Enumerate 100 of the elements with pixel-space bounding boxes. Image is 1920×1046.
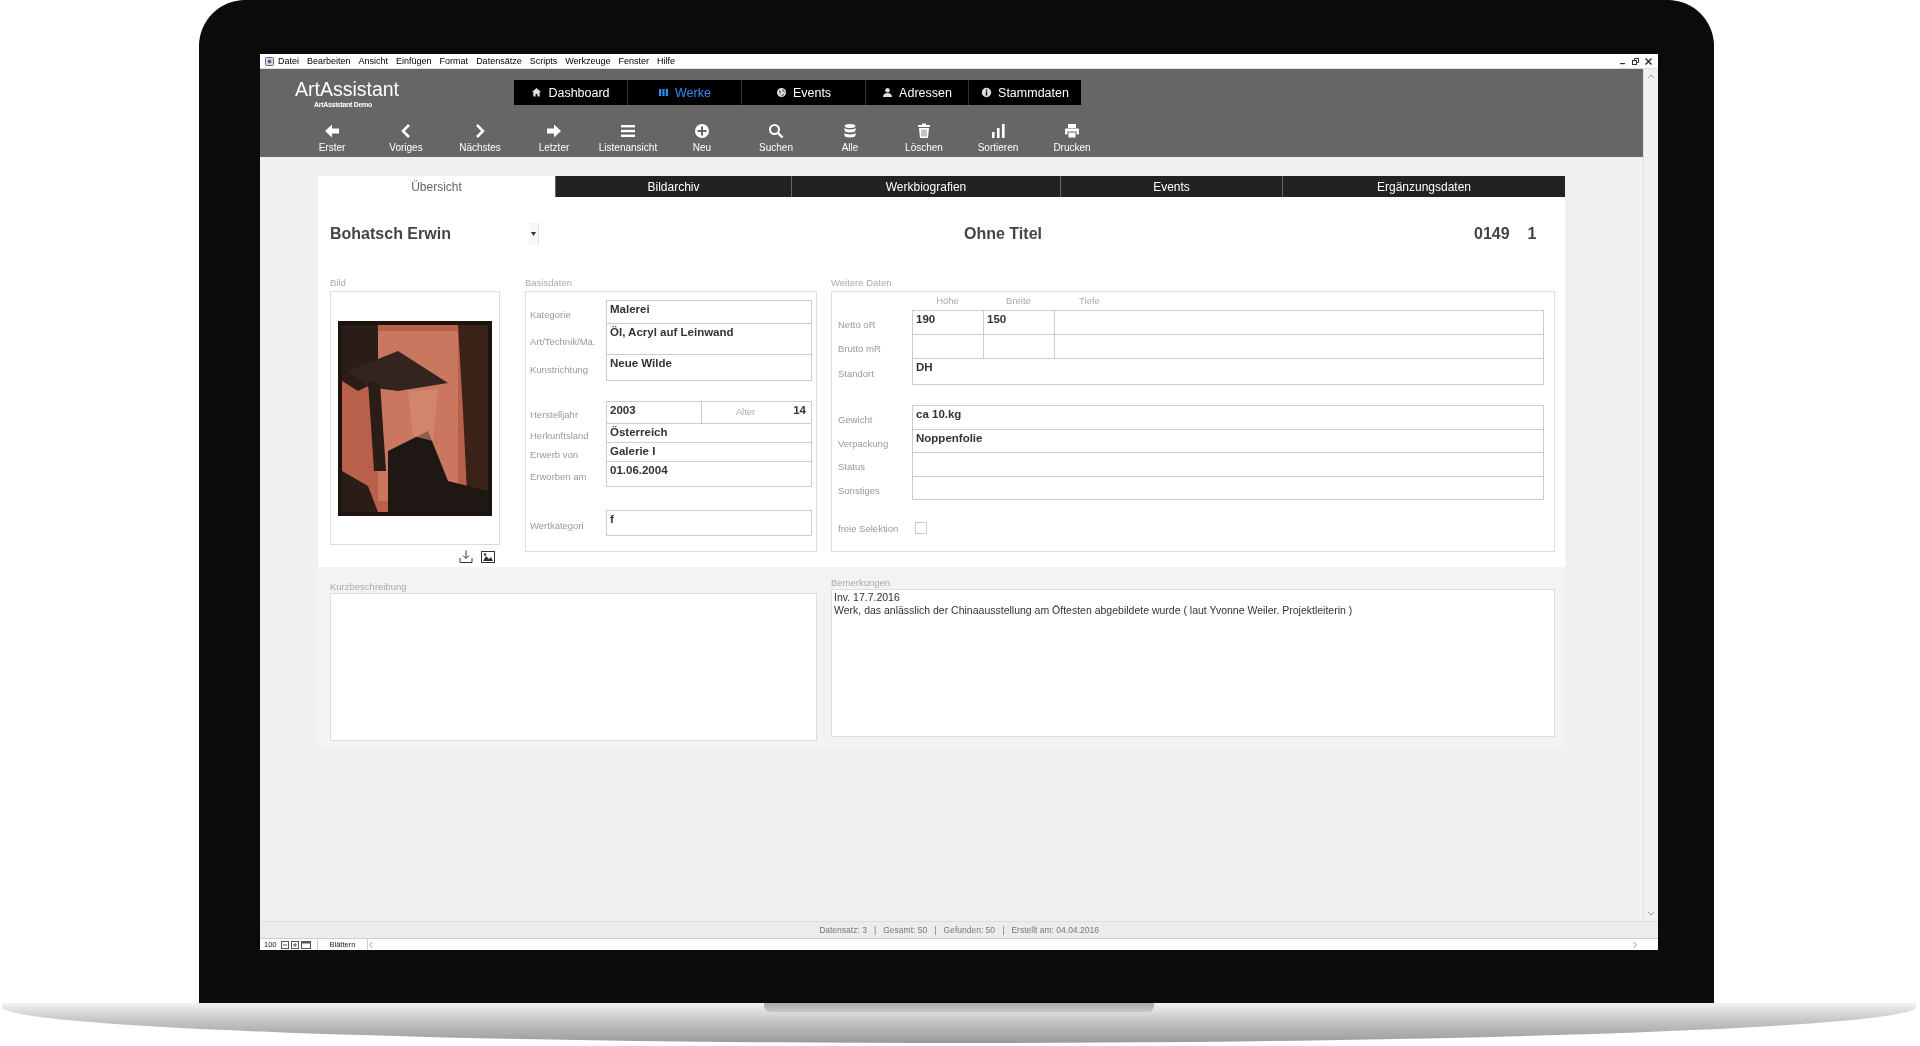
zoom-out-icon [280, 940, 289, 949]
field-label: Gewicht [838, 413, 874, 427]
form-tab[interactable]: Ergänzungsdaten [1282, 176, 1565, 197]
input-field[interactable]: Öl, Acryl auf Leinwand [606, 323, 812, 355]
input-field[interactable]: Malerei [606, 300, 812, 324]
checkbox[interactable] [915, 522, 927, 534]
person-icon [882, 87, 894, 98]
app-title: ArtAssistant [295, 78, 401, 101]
field-label: Herstelljahr [530, 408, 580, 422]
form-tab[interactable]: Werkbiografien [791, 176, 1060, 197]
column-header: Tiefe [1078, 295, 1101, 308]
toolbar-button[interactable]: Suchen [739, 119, 813, 155]
input-field[interactable]: Österreich [606, 423, 812, 443]
column-header: Höhe [935, 295, 960, 308]
toolbar-button[interactable]: Erster [295, 119, 369, 155]
note-line: Inv. 17.7.2016 [834, 591, 901, 604]
download-icon [459, 550, 473, 563]
input-field[interactable]: DH [912, 358, 1544, 385]
plus-circle-icon [694, 123, 710, 139]
menu-item[interactable]: Ansicht [354, 56, 393, 66]
menu-item[interactable]: Werkzeuge [561, 56, 615, 66]
trash-icon [916, 123, 932, 139]
list-icon [620, 123, 636, 139]
text-area[interactable] [330, 593, 817, 741]
input-field[interactable]: f [606, 510, 812, 536]
field-label: Verpackung [838, 436, 890, 451]
note-line: Werk, das anlässlich der Chinaausstellung am Öftesten abgebildete wurde ( laut Yvonne Weiler. Projektleiterin ) [834, 604, 1354, 617]
inventory-number: 0149 [1474, 225, 1510, 243]
input-field[interactable] [912, 452, 1544, 477]
restore-icon [1631, 56, 1640, 66]
zoom-in-icon [290, 940, 299, 949]
column-header: Breite [1005, 295, 1032, 308]
chevron-left-icon [368, 940, 375, 949]
info-icon [981, 87, 993, 98]
input-field[interactable]: Galerie I [606, 442, 812, 462]
dropdown-button[interactable] [529, 223, 539, 245]
form-tab[interactable]: Bildarchiv [555, 176, 791, 197]
image-icon [481, 550, 495, 563]
arrow-right-icon [546, 123, 562, 139]
field-label: Erworben am [530, 469, 588, 484]
arrow-left-icon [324, 123, 340, 139]
close-icon [1644, 56, 1653, 66]
field-label: Art/Technik/Ma. [530, 334, 597, 349]
field-label: Wertkategori [530, 518, 585, 533]
form-tab[interactable]: Events [1060, 176, 1282, 197]
toolbar-button[interactable]: Löschen [887, 119, 961, 155]
input-field[interactable] [1054, 310, 1544, 335]
chevron-right-icon [1632, 940, 1638, 949]
form-tab[interactable]: Übersicht [318, 176, 555, 197]
printer-icon [1064, 123, 1080, 139]
section-label: Bemerkungen [831, 577, 892, 589]
field-label: Erwerb von [530, 447, 580, 462]
menu-item[interactable]: Einfügen [392, 56, 436, 66]
field-label: Kunstrichtung [530, 363, 590, 377]
toolbar-button[interactable]: Listenansicht [591, 119, 665, 155]
input-field[interactable]: 01.06.2004 [606, 461, 812, 487]
status-text: Datensatz: 3 | Gesamt: 50 | Gefunden: 50 | Erstellt am: 04.04.2016 [819, 925, 1099, 935]
menu-item[interactable]: Fenster [614, 56, 654, 66]
section-label: Basisdaten [525, 276, 573, 290]
checkbox-label: freie Selektion [838, 522, 900, 534]
field-label: Status [838, 460, 866, 474]
menu-item[interactable]: Format [435, 56, 473, 66]
section-label: Weitere Daten [831, 276, 893, 290]
globe-icon [775, 87, 787, 98]
text-area[interactable]: Inv. 17.7.2016 Werk, das anlässlich der Chinaausstellung am Öftesten abgebildete wurde ( laut Yvonne Weiler. Projektleiterin ) [831, 589, 1555, 737]
toolbar-button[interactable]: Letzter [517, 119, 591, 155]
input-field[interactable]: ca 10.kg [912, 405, 1544, 430]
toolbar-button[interactable]: Alle [813, 119, 887, 155]
bar-chart-icon [990, 123, 1006, 139]
menu-item[interactable]: Datensätze [472, 56, 526, 66]
toolbar-button[interactable]: Nächstes [443, 119, 517, 155]
copy-number: 1 [1527, 225, 1537, 243]
input-field[interactable]: Noppenfolie [912, 429, 1544, 453]
section-label: Bild [330, 276, 347, 290]
app-icon [265, 56, 274, 66]
input-field[interactable]: 190 [912, 310, 984, 335]
menu-item[interactable]: Hilfe [653, 56, 680, 66]
input-field[interactable]: 2003 Alter 14 [606, 401, 812, 424]
input-field[interactable] [912, 476, 1544, 500]
field-label: Kategorie [530, 307, 572, 322]
input-field[interactable]: Neue Wilde [606, 354, 812, 381]
field-label: Standort [838, 367, 875, 381]
toolbar-button[interactable]: Sortieren [961, 119, 1035, 155]
toolbar-button[interactable]: Drucken [1035, 119, 1109, 155]
scrollbar[interactable] [1643, 69, 1658, 921]
menu-item[interactable]: Datei [274, 56, 303, 66]
menu-item[interactable]: Scripts [525, 56, 562, 66]
artwork-title: Ohne Titel [963, 225, 1043, 243]
caret-down-icon [531, 232, 536, 236]
toolbar-button[interactable]: Voriges [369, 119, 443, 155]
menu-item[interactable]: Bearbeiten [303, 56, 355, 66]
toolbar-button[interactable]: Neu [665, 119, 739, 155]
field-label: Alter [734, 405, 757, 419]
window-icon [300, 940, 311, 949]
field-label: Brutto mR [838, 342, 882, 356]
minimize-icon [1620, 63, 1625, 65]
house-icon [531, 87, 543, 98]
field-label: Sonstiges [838, 483, 881, 498]
columns-icon [658, 87, 670, 98]
field-value: 14 [793, 404, 806, 416]
